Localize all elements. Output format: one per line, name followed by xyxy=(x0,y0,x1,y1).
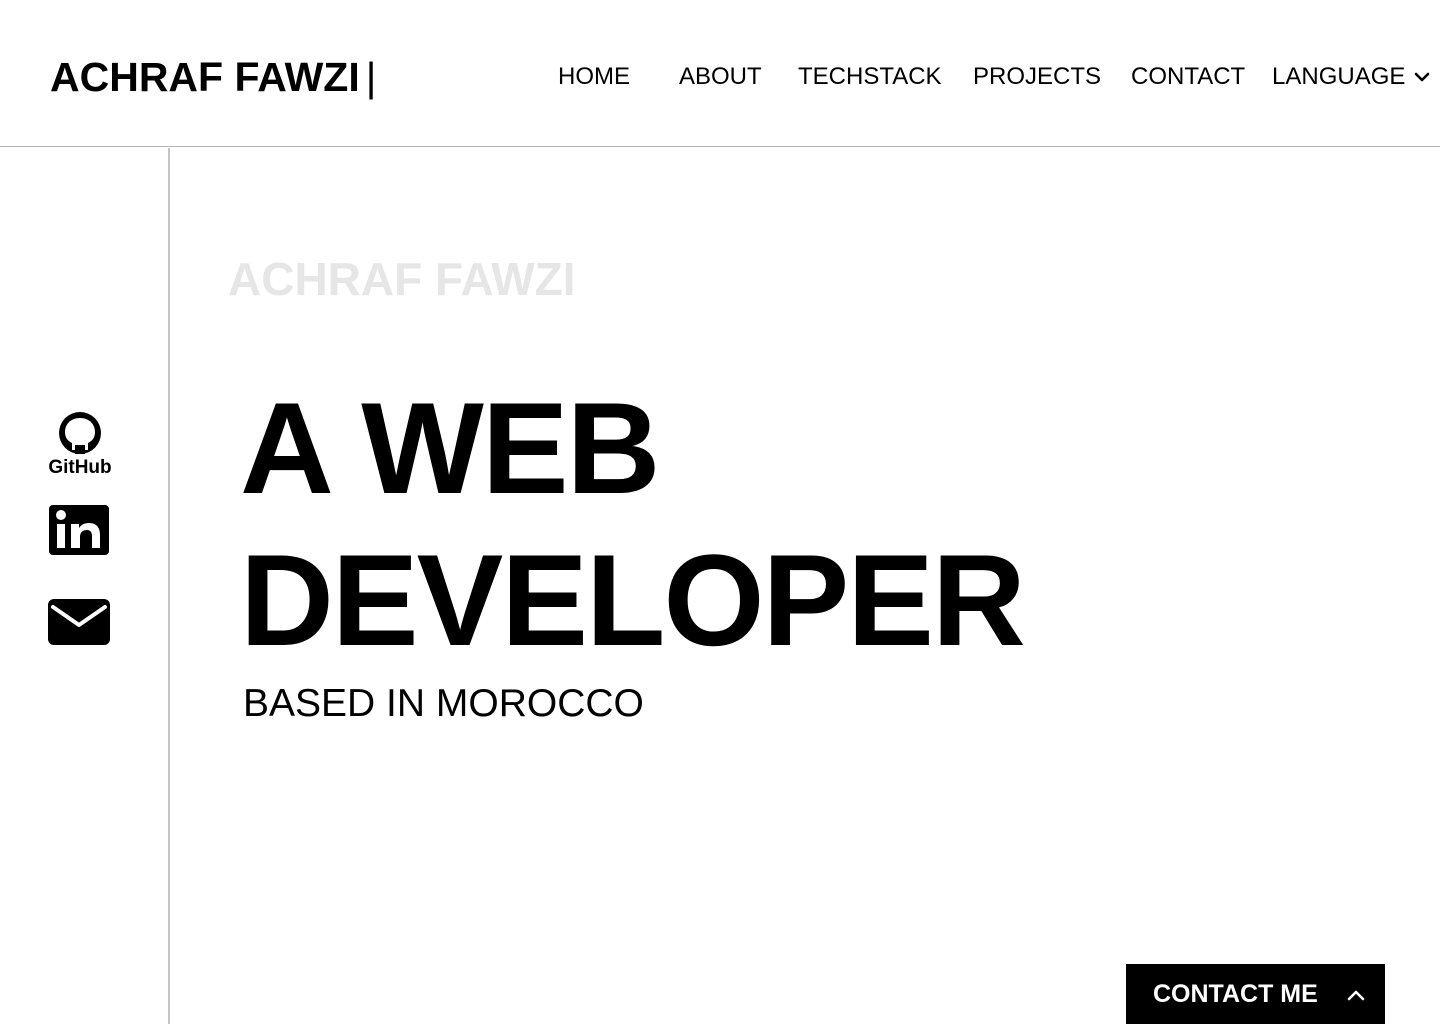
github-link[interactable]: GitHub xyxy=(47,412,113,478)
hero-title-line-1: A WEB xyxy=(240,375,660,521)
site-logo[interactable]: ACHRAF FAWZI | xyxy=(50,54,376,100)
chevron-down-icon xyxy=(1415,72,1430,82)
linkedin-icon xyxy=(49,505,109,555)
logo-text: ACHRAF FAWZI xyxy=(50,54,360,100)
contact-me-label: CONTACT ME xyxy=(1153,979,1318,1008)
nav-techstack-link[interactable]: TECHSTACK xyxy=(798,62,942,92)
linkedin-link[interactable] xyxy=(47,504,111,556)
nav-contact-link[interactable]: CONTACT xyxy=(1131,62,1245,92)
github-wordmark: GitHub xyxy=(48,457,111,476)
hero-title-line-2: DEVELOPER xyxy=(240,527,1026,673)
language-label: LANGUAGE xyxy=(1272,63,1406,90)
mail-icon xyxy=(48,599,110,645)
nav-projects-link[interactable]: PROJECTS xyxy=(973,62,1101,92)
logo-cursor: | xyxy=(365,54,377,100)
hero-subtitle: BASED IN MOROCCO xyxy=(243,682,644,725)
sidebar-divider xyxy=(168,148,170,1024)
github-icon: GitHub xyxy=(48,412,112,478)
chevron-up-icon xyxy=(1347,990,1365,1001)
nav-home-link[interactable]: HOME xyxy=(558,62,630,92)
hero-name: ACHRAF FAWZI xyxy=(228,253,576,305)
nav-about-link[interactable]: ABOUT xyxy=(679,62,762,92)
contact-me-button[interactable]: CONTACT ME xyxy=(1126,964,1385,1024)
language-dropdown[interactable]: LANGUAGE xyxy=(1272,62,1431,92)
email-link[interactable] xyxy=(47,598,111,646)
site-header: ACHRAF FAWZI | HOME ABOUT TECHSTACK PROJE… xyxy=(0,0,1440,147)
hero-title: A WEB DEVELOPER xyxy=(240,372,1026,676)
